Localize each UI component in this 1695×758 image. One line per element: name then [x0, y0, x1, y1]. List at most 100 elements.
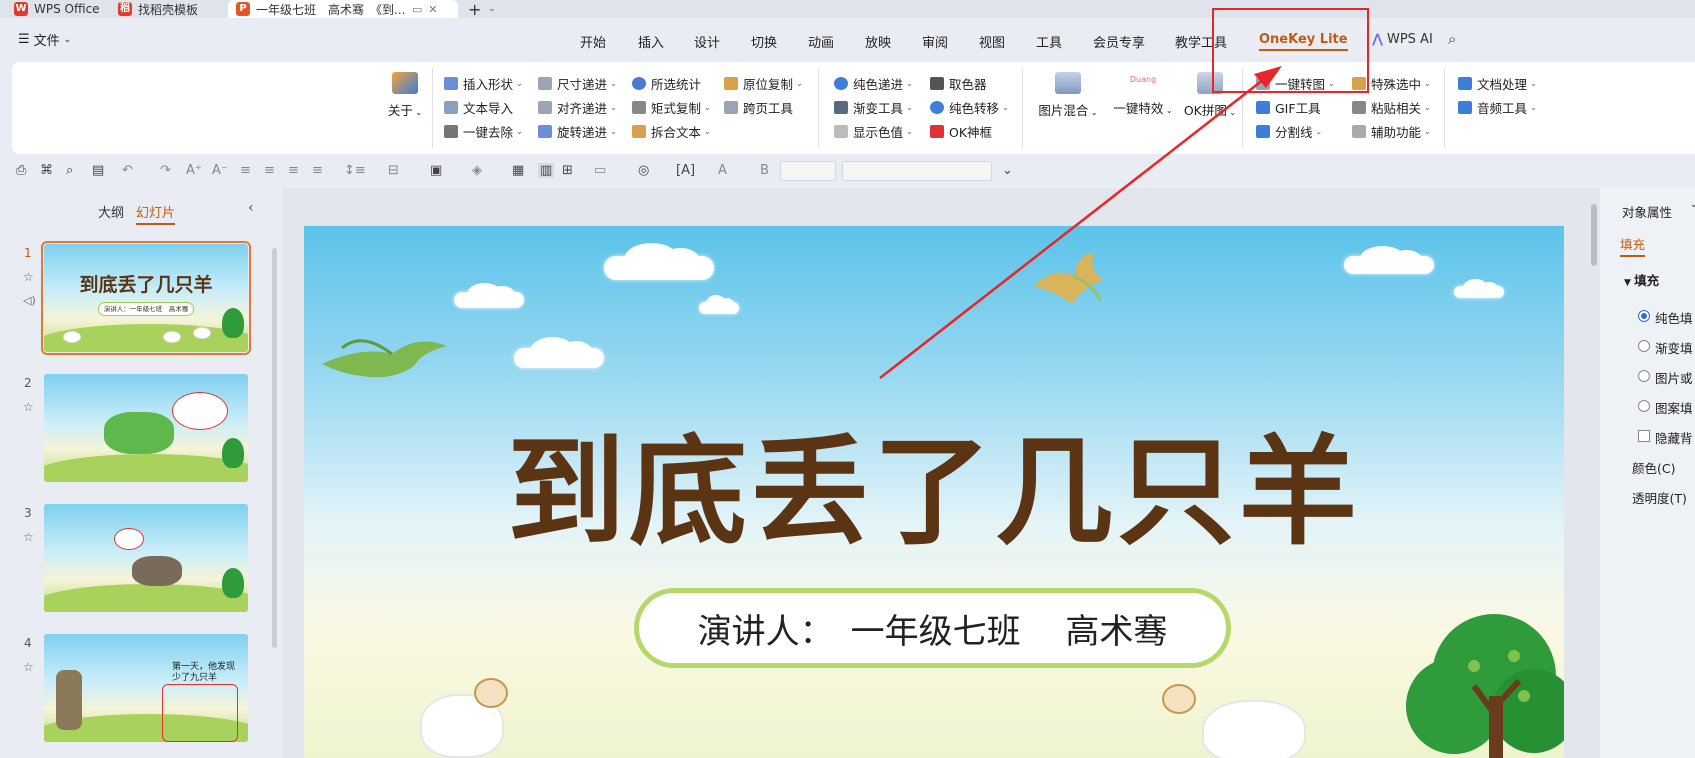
paste-related-button[interactable]: 粘贴相关 ⌄ [1352, 98, 1431, 117]
current-slide[interactable]: 到底丢了几只羊 演讲人： 一年级七班 高术骞 [304, 226, 1564, 758]
one-key-effect-button[interactable]: Duang 一键特效 ⌄ [1106, 70, 1180, 117]
tab-review[interactable]: 审阅 [922, 32, 948, 51]
about-button[interactable]: 关于 ⌄ [380, 72, 430, 119]
presenter-box[interactable]: 演讲人： 一年级七班 高术骞 [634, 588, 1231, 668]
picture-icon[interactable]: ▣ [430, 163, 442, 178]
insert-shape-button[interactable]: 插入形状 ⌄ [444, 74, 523, 93]
star-icon[interactable]: ☆ [23, 660, 34, 674]
line-spacing-icon[interactable]: ↕≡ [344, 163, 366, 178]
tab-member[interactable]: 会员专享 [1093, 32, 1145, 51]
text-box-icon[interactable]: ▦ [512, 163, 524, 178]
tab-document[interactable]: P 一年级七班 高术骞 《到... ▭ ✕ [228, 0, 458, 18]
preview-icon[interactable]: ⌕ [66, 163, 73, 178]
align-left-icon[interactable]: ≡ [240, 163, 251, 178]
show-color-value-button[interactable]: 显示色值 ⌄ [834, 122, 913, 141]
assist-function-button[interactable]: 辅助功能 ⌄ [1352, 122, 1431, 141]
tab-template[interactable]: 稻 找稻壳模板 [118, 0, 198, 18]
fill-section-header[interactable]: ▼ 填充 [1624, 270, 1659, 289]
panel-scrollbar[interactable] [272, 248, 277, 648]
tab-insert[interactable]: 插入 [638, 32, 664, 51]
divider-line-button[interactable]: 分割线 ⌄ [1256, 122, 1322, 141]
align-progress-button[interactable]: 对齐递进 ⌄ [538, 98, 617, 117]
paragraph-icon[interactable]: ⊟ [388, 163, 399, 178]
tab-home[interactable]: 开始 [580, 32, 606, 51]
tab-fill[interactable]: 填充 [1620, 234, 1646, 257]
monitor-icon[interactable]: ▭ [412, 3, 422, 16]
font-family-combo[interactable] [842, 161, 992, 181]
new-tab-icon[interactable]: + [468, 0, 481, 19]
close-icon[interactable]: ✕ [428, 3, 437, 16]
scrollbar-thumb[interactable] [1591, 204, 1597, 266]
chevron-down-icon[interactable]: ⌄ [1002, 163, 1013, 178]
star-icon[interactable]: ☆ [23, 400, 34, 414]
selection-stats-button[interactable]: 所选统计 [632, 74, 701, 93]
cross-page-tool-button[interactable]: 跨页工具 [724, 98, 793, 117]
border-icon[interactable]: ▭ [594, 163, 606, 178]
slide-thumbnail-3[interactable] [44, 504, 248, 612]
slide-thumbnail-1[interactable]: 到底丢了几只羊 演讲人：一年级七班 高术骞 [41, 241, 251, 355]
tab-transition[interactable]: 切换 [751, 32, 777, 51]
in-place-copy-button[interactable]: 原位复制 ⌄ [724, 74, 803, 93]
increase-font-icon[interactable]: A⁺ [186, 163, 202, 178]
picture-fill-radio[interactable] [1638, 370, 1650, 382]
file-menu[interactable]: ☰ 文件 ⌄ [18, 30, 71, 49]
one-key-remove-button[interactable]: 一键去除 ⌄ [444, 122, 523, 141]
tab-tools[interactable]: 工具 [1036, 32, 1062, 51]
font-size-combo[interactable] [780, 161, 836, 181]
solid-color-progress-button[interactable]: 纯色递进 ⌄ [834, 74, 913, 93]
chevron-down-icon[interactable]: ⌄ [1690, 200, 1695, 210]
bold-icon[interactable]: B [760, 163, 769, 178]
layout-icon[interactable]: ▥ [538, 163, 555, 178]
text-import-button[interactable]: 文本导入 [444, 98, 513, 117]
slide-thumbnail-4[interactable]: 第一天，他发现少了九只羊 [44, 634, 248, 742]
hide-background-checkbox[interactable] [1638, 430, 1650, 442]
collapse-panel-icon[interactable]: ‹ [248, 200, 254, 216]
audio-icon[interactable]: ◁) [23, 294, 36, 307]
matrix-copy-button[interactable]: 矩式复制 ⌄ [632, 98, 711, 117]
star-icon[interactable]: ☆ [23, 530, 34, 544]
document-process-button[interactable]: 文档处理 ⌄ [1458, 74, 1537, 93]
text-frame-icon[interactable]: [A] [676, 163, 695, 178]
solid-color-transfer-button[interactable]: 纯色转移 ⌄ [930, 98, 1009, 117]
star-icon[interactable]: ☆ [23, 270, 34, 284]
wps-ai-button[interactable]: ⋀ WPS AI [1372, 32, 1433, 47]
canvas-scrollbar[interactable] [1588, 188, 1600, 758]
pattern-fill-radio[interactable] [1638, 400, 1650, 412]
gif-tool-button[interactable]: GIF工具 [1256, 98, 1321, 117]
search-icon[interactable]: ⌕ [1448, 30, 1456, 48]
slide-thumbnail-2[interactable] [44, 374, 248, 482]
save-icon[interactable]: ⎙ [16, 163, 26, 178]
size-progress-button[interactable]: 尺寸递进 ⌄ [538, 74, 617, 93]
redo-icon[interactable]: ↷ [160, 163, 171, 178]
fill-icon[interactable]: ◈ [472, 163, 482, 178]
gradient-tool-button[interactable]: 渐变工具 ⌄ [834, 98, 913, 117]
tab-slides[interactable]: 幻灯片 [136, 202, 176, 225]
gradient-fill-radio[interactable] [1638, 340, 1650, 352]
tab-outline[interactable]: 大纲 [98, 202, 124, 221]
print-icon[interactable]: ▤ [92, 163, 104, 178]
tab-design[interactable]: 设计 [694, 32, 720, 51]
justify-icon[interactable]: ≡ [312, 163, 323, 178]
format-painter-icon[interactable]: ⌘ [40, 163, 53, 178]
slide-title[interactable]: 到底丢了几只羊 [304, 396, 1564, 567]
decrease-font-icon[interactable]: A⁻ [212, 163, 228, 178]
shape-effect-icon[interactable]: ◎ [638, 163, 649, 178]
font-color-icon[interactable]: A [718, 163, 727, 178]
undo-icon[interactable]: ↶ [122, 163, 133, 178]
grid-layout-icon[interactable]: ⊞ [562, 163, 573, 178]
tab-slideshow[interactable]: 放映 [865, 32, 891, 51]
rotate-progress-button[interactable]: 旋转递进 ⌄ [538, 122, 617, 141]
ok-frame-button[interactable]: OK神框 [930, 122, 992, 141]
solid-color-transfer-label: 纯色转移 [949, 101, 1000, 116]
image-blend-button[interactable]: 图片混合 ⌄ [1032, 72, 1104, 119]
tab-wps-office[interactable]: W WPS Office [14, 0, 100, 18]
tab-view[interactable]: 视图 [979, 32, 1005, 51]
align-center-icon[interactable]: ≡ [264, 163, 275, 178]
chevron-down-icon[interactable]: ⌄ [488, 0, 496, 18]
audio-tool-button[interactable]: 音频工具 ⌄ [1458, 98, 1537, 117]
solid-fill-radio[interactable] [1638, 310, 1650, 322]
tab-animation[interactable]: 动画 [808, 32, 834, 51]
align-right-icon[interactable]: ≡ [288, 163, 299, 178]
color-picker-button[interactable]: 取色器 [930, 74, 987, 93]
split-merge-text-button[interactable]: 拆合文本 ⌄ [632, 122, 711, 141]
